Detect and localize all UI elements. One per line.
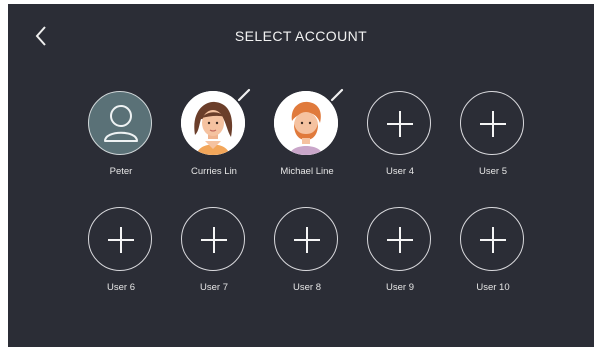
add-account-button[interactable] (181, 207, 245, 271)
plus-icon (480, 227, 506, 253)
account-label: User 6 (107, 282, 135, 293)
account-label: User 7 (200, 282, 228, 293)
page-title: SELECT ACCOUNT (234, 28, 368, 44)
add-account-button[interactable] (460, 91, 524, 155)
plus-icon (294, 227, 320, 253)
plus-icon (387, 111, 413, 137)
add-account-button[interactable] (367, 91, 431, 155)
add-account-button[interactable] (274, 207, 338, 271)
add-account-button[interactable] (88, 207, 152, 271)
pencil-icon[interactable] (236, 87, 252, 103)
pencil-icon[interactable] (329, 87, 345, 103)
account-label: Curries Lin (191, 166, 237, 177)
account-select-screen: SELECT ACCOUNT Peter Curries Lin Michael… (8, 4, 594, 347)
account-label: User 10 (476, 282, 510, 293)
user-icon (104, 105, 138, 142)
plus-icon (387, 227, 413, 253)
avatar (88, 91, 152, 155)
account-label: User 4 (386, 166, 414, 177)
plus-icon (480, 111, 506, 137)
account-label: Peter (109, 166, 133, 177)
plus-icon (108, 227, 134, 253)
account-label: Michael Line (280, 166, 334, 177)
plus-icon (201, 227, 227, 253)
account-label: User 8 (293, 282, 321, 293)
account-label: User 9 (386, 282, 414, 293)
add-account-button[interactable] (367, 207, 431, 271)
account-label: User 5 (479, 166, 507, 177)
add-account-button[interactable] (460, 207, 524, 271)
